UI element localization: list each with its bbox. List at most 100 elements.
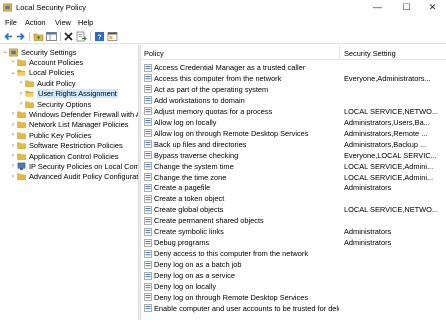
collapse-right-chevron-icon[interactable]: › (10, 110, 16, 118)
policy-row[interactable]: Create a pagefile Administrators (141, 182, 446, 193)
policy-setting-icon (144, 260, 152, 269)
policy-setting-icon (144, 216, 152, 225)
tree-item[interactable]: › IP Security Policies on Local Compute (0, 161, 138, 172)
policy-row[interactable]: Create symbolic links Administrators (141, 226, 446, 237)
policy-name: Deny access to this computer from the ne… (154, 249, 309, 259)
policy-name: Debug programs (154, 238, 210, 248)
tree-item[interactable]: › Advanced Audit Policy Configuration (0, 172, 138, 183)
policy-row[interactable]: Create a token object (141, 193, 446, 204)
policy-row[interactable]: Debug programs Administrators (141, 237, 446, 248)
collapse-right-chevron-icon[interactable]: › (18, 90, 24, 98)
policy-name: Allow log on through Remote Desktop Serv… (154, 128, 309, 138)
tree-item[interactable]: › Windows Defender Firewall with Advanc (0, 109, 138, 120)
tree-item-label: Application Control Policies (29, 151, 119, 161)
delete-icon[interactable] (63, 31, 74, 42)
policy-row[interactable]: Back up files and directories Administrat… (141, 139, 446, 150)
policy-setting-icon (144, 63, 152, 72)
menu-help[interactable]: Help (78, 18, 93, 27)
expand-down-chevron-icon[interactable]: ⌄ (2, 48, 8, 56)
security-setting-value: Everyone,LOCAL SERVIC... (344, 150, 437, 160)
collapse-right-chevron-icon[interactable]: › (10, 142, 16, 150)
policy-row[interactable]: Add workstations to domain (141, 95, 446, 106)
policy-row[interactable]: Deny log on through Remote Desktop Servi… (141, 292, 446, 303)
collapse-right-chevron-icon[interactable]: › (18, 100, 24, 108)
policy-row[interactable]: Change the system time LOCAL SERVICE,Admi… (141, 161, 446, 172)
policy-setting-icon (144, 282, 152, 291)
forward-arrow-icon[interactable] (15, 31, 26, 42)
column-header-security-setting[interactable]: Security Setting (344, 49, 396, 58)
policy-setting-icon (144, 162, 152, 170)
export-list-icon[interactable] (76, 31, 87, 42)
policy-name: Deny log on as a batch job (154, 260, 242, 270)
policy-row[interactable]: Create permanent shared objects (141, 215, 446, 226)
toolbar-separator (90, 32, 91, 41)
menu-view[interactable]: View (55, 18, 71, 27)
tree-item[interactable]: ⌄ Local Policies (0, 68, 138, 79)
expand-down-chevron-icon[interactable]: ⌄ (10, 69, 16, 77)
policy-row[interactable]: Deny log on as a batch job (141, 259, 446, 270)
policy-setting-icon (144, 271, 152, 280)
policy-setting-icon (144, 96, 152, 105)
policy-row[interactable]: Deny log on locally (141, 281, 446, 292)
collapse-right-chevron-icon[interactable]: › (10, 121, 16, 129)
show-hide-tree-icon[interactable] (46, 31, 57, 42)
policy-name: Allow log on locally (154, 117, 217, 127)
menu-file[interactable]: File (5, 18, 17, 27)
tree-item[interactable]: › Application Control Policies (0, 151, 138, 162)
tree-item[interactable]: › Software Restriction Policies (0, 141, 138, 152)
collapse-right-chevron-icon[interactable]: › (10, 173, 16, 181)
tree-item[interactable]: › Audit Policy (0, 78, 138, 89)
security-setting-value: Administrators (344, 238, 392, 248)
policy-setting-icon (144, 173, 152, 181)
tree-item[interactable]: › Network List Manager Policies (0, 120, 138, 131)
collapse-right-chevron-icon[interactable]: › (10, 58, 16, 66)
toolbar: ? (0, 29, 446, 44)
policy-row[interactable]: Bypass traverse checking Everyone,LOCAL S… (141, 150, 446, 161)
policy-row[interactable]: Allow log on through Remote Desktop Serv… (141, 128, 446, 139)
policy-row[interactable]: Deny log on as a service (141, 270, 446, 281)
tree-item[interactable]: › Public Key Policies (0, 130, 138, 141)
policy-row[interactable]: Enable computer and user accounts to be … (141, 303, 446, 314)
tree-item[interactable]: › Account Policies (0, 57, 138, 68)
column-divider[interactable] (339, 45, 340, 60)
collapse-right-chevron-icon[interactable]: › (10, 162, 16, 170)
properties-icon[interactable]: ? (94, 31, 105, 42)
policy-row[interactable]: Change the time zone LOCAL SERVICE,Admini… (141, 172, 446, 183)
security-setting-value: Administrators (344, 227, 392, 237)
folder-icon (17, 121, 26, 129)
title-bar: Local Security Policy — ☐ ✕ (0, 0, 446, 16)
policy-setting-icon (144, 206, 152, 214)
policy-row[interactable]: Access this computer from the network Eve… (141, 73, 446, 84)
policy-row[interactable]: Create global objects LOCAL SERVICE,NETWO… (141, 204, 446, 215)
policy-name: Create a pagefile (154, 183, 211, 193)
column-header-policy[interactable]: Policy (144, 49, 164, 58)
close-button[interactable]: ✕ (419, 0, 446, 16)
policy-row[interactable]: Allow log on locally Administrators,Users… (141, 117, 446, 128)
collapse-right-chevron-icon[interactable]: › (10, 152, 16, 160)
policy-row[interactable]: Access Credential Manager as a trusted c… (141, 62, 446, 73)
policy-row[interactable]: Deny access to this computer from the ne… (141, 248, 446, 259)
tree-item-label: Security Settings (21, 47, 77, 57)
policy-row[interactable]: Act as part of the operating system (141, 84, 446, 95)
policy-setting-icon (144, 249, 152, 258)
tree-item-label: User Rights Assignment (37, 89, 118, 99)
folder-icon (17, 142, 26, 149)
back-arrow-icon[interactable] (3, 31, 14, 42)
menu-action[interactable]: Action (25, 18, 46, 27)
console-tree: ⌄ Security Settings › Account Policies ⌄ Loca… (0, 45, 138, 320)
folder-open-icon (25, 90, 34, 97)
policy-setting-icon (144, 184, 152, 192)
collapse-right-chevron-icon[interactable]: › (10, 131, 16, 139)
svg-text:?: ? (97, 34, 101, 41)
tree-item[interactable]: › Security Options (0, 99, 138, 110)
maximize-button[interactable]: ☐ (393, 0, 420, 16)
policy-name: Create a token object (154, 194, 225, 204)
policy-row[interactable]: Adjust memory quotas for a process LOCAL … (141, 106, 446, 117)
collapse-right-chevron-icon[interactable]: › (18, 79, 24, 87)
tree-item[interactable]: ⌄ Security Settings (0, 47, 138, 58)
minimize-button[interactable]: — (364, 0, 391, 16)
tree-item[interactable]: › User Rights Assignment (0, 89, 138, 100)
folder-icon (17, 153, 26, 160)
up-folder-icon[interactable] (33, 31, 44, 42)
mmc-icon[interactable] (107, 31, 118, 42)
